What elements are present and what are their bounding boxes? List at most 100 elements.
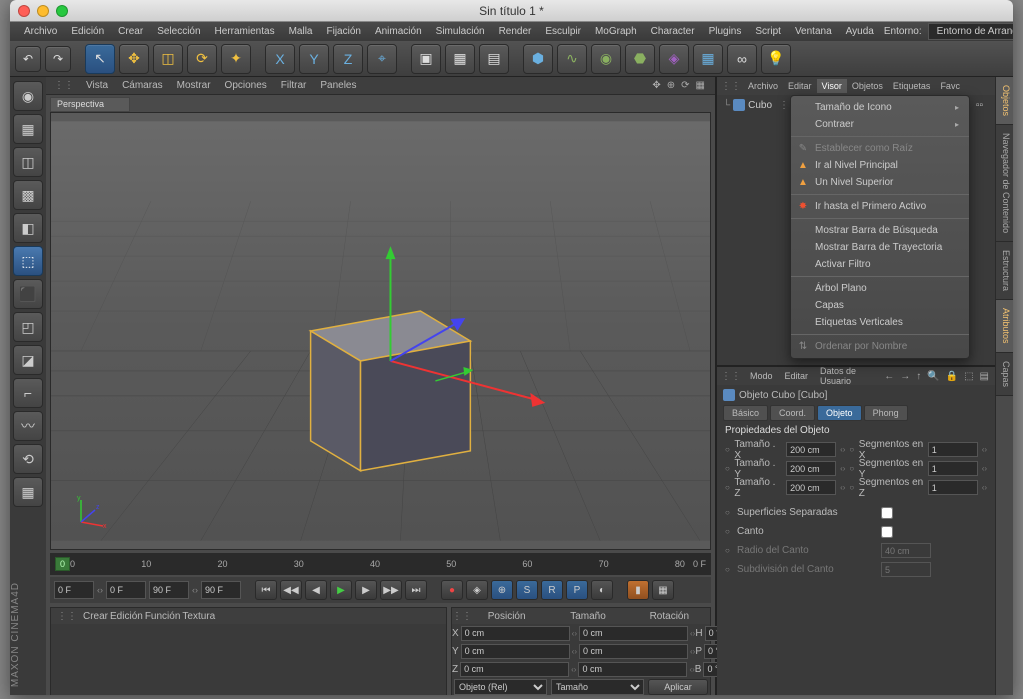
- key-pos-button[interactable]: ⊕: [491, 580, 513, 600]
- attr-icon[interactable]: 🔒: [946, 371, 958, 382]
- spline-button[interactable]: ∿: [557, 44, 587, 74]
- attr-tab-coord.[interactable]: Coord.: [770, 405, 815, 421]
- key-pla-button[interactable]: ◐: [591, 580, 613, 600]
- segZ-input[interactable]: [928, 480, 978, 495]
- attr-tab-phong[interactable]: Phong: [864, 405, 908, 421]
- mode-tool-12[interactable]: ▦: [13, 477, 43, 507]
- right-tab-3[interactable]: Atributos: [996, 300, 1013, 353]
- mat-menu-textura[interactable]: Textura: [182, 611, 215, 622]
- mode-tool-7[interactable]: ◰: [13, 312, 43, 342]
- coord-mode2[interactable]: Tamaño: [551, 679, 644, 695]
- attr-icon[interactable]: ←: [884, 371, 894, 382]
- separate-checkbox[interactable]: [881, 507, 893, 519]
- menu-item[interactable]: Mostrar Barra de Búsqueda: [791, 222, 969, 239]
- menu-archivo[interactable]: Archivo: [18, 24, 63, 39]
- mat-menu-función[interactable]: Función: [145, 611, 181, 622]
- frame-start[interactable]: [54, 581, 94, 599]
- object-name[interactable]: Cubo: [748, 100, 772, 111]
- key-scale-button[interactable]: S: [516, 580, 538, 600]
- menu-herramientas[interactable]: Herramientas: [209, 24, 281, 39]
- menu-item[interactable]: ▲Ir al Nivel Principal: [791, 157, 969, 174]
- rotate-tool[interactable]: ⟳: [187, 44, 217, 74]
- menu-item[interactable]: Mostrar Barra de Trayectoria: [791, 239, 969, 256]
- vp-menu-mostrar[interactable]: Mostrar: [171, 78, 217, 93]
- menu-character[interactable]: Character: [645, 24, 701, 39]
- attr-icon[interactable]: ↑: [916, 371, 921, 382]
- attr-icon[interactable]: ⬚: [964, 371, 973, 382]
- menu-crear[interactable]: Crear: [112, 24, 149, 39]
- mode-tool-6[interactable]: ⬛: [13, 279, 43, 309]
- frame-last[interactable]: [201, 581, 241, 599]
- modeling-button[interactable]: ⬣: [625, 44, 655, 74]
- attr-tab-básico[interactable]: Básico: [723, 405, 768, 421]
- attr-menu-modo[interactable]: Modo: [745, 369, 778, 383]
- env-select[interactable]: Entorno de Arranque: [928, 23, 1013, 40]
- vp-menu-cámaras[interactable]: Cámaras: [116, 78, 169, 93]
- menu-animación[interactable]: Animación: [369, 24, 428, 39]
- sizeY-input[interactable]: [786, 461, 836, 476]
- mode-tool-0[interactable]: ◉: [13, 81, 43, 111]
- mat-menu-crear[interactable]: Crear: [83, 611, 108, 622]
- segY-input[interactable]: [928, 461, 978, 476]
- minimize-icon[interactable]: [37, 5, 49, 17]
- vp-zoom-icon[interactable]: ⊕: [667, 80, 675, 91]
- record-button[interactable]: ●: [441, 580, 463, 600]
- render-button[interactable]: ▣: [411, 44, 441, 74]
- undo-button[interactable]: ↶: [15, 46, 41, 72]
- coord-button[interactable]: ⌖: [367, 44, 397, 74]
- mode-tool-11[interactable]: ⟲: [13, 444, 43, 474]
- menu-item[interactable]: Contraer▸: [791, 116, 969, 133]
- frame-end[interactable]: [149, 581, 189, 599]
- prev-key-button[interactable]: ◀◀: [280, 580, 302, 600]
- menu-ayuda[interactable]: Ayuda: [840, 24, 880, 39]
- obj-menu-etiquetas[interactable]: Etiquetas: [888, 79, 936, 93]
- attr-icon[interactable]: 🔍: [927, 371, 939, 382]
- lasttool-button[interactable]: ✦: [221, 44, 251, 74]
- right-tab-1[interactable]: Navegador de Contenido: [996, 125, 1013, 242]
- render-region-button[interactable]: ▦: [445, 44, 475, 74]
- obj-menu-favc[interactable]: Favc: [935, 79, 965, 93]
- pos-Y[interactable]: [461, 644, 570, 659]
- vp-menu-opciones[interactable]: Opciones: [219, 78, 273, 93]
- vp-menu-filtrar[interactable]: Filtrar: [275, 78, 313, 93]
- mat-menu-edición[interactable]: Edición: [110, 611, 143, 622]
- obj-menu-archivo[interactable]: Archivo: [743, 79, 783, 93]
- menu-item[interactable]: Etiquetas Verticales: [791, 314, 969, 331]
- key-rot-button[interactable]: R: [541, 580, 563, 600]
- attr-tab-objeto[interactable]: Objeto: [817, 405, 862, 421]
- goto-end-button[interactable]: ⏭: [405, 580, 427, 600]
- mode-tool-2[interactable]: ◫: [13, 147, 43, 177]
- nurbs-button[interactable]: ◉: [591, 44, 621, 74]
- size-X[interactable]: [579, 626, 688, 641]
- menu-plugins[interactable]: Plugins: [703, 24, 748, 39]
- mode-tool-4[interactable]: ◧: [13, 213, 43, 243]
- redo-button[interactable]: ↷: [45, 46, 71, 72]
- menu-script[interactable]: Script: [749, 24, 787, 39]
- vp-nav-icon[interactable]: ✥: [652, 80, 660, 91]
- menu-edición[interactable]: Edición: [65, 24, 110, 39]
- move-tool[interactable]: ✥: [119, 44, 149, 74]
- right-tab-2[interactable]: Estructura: [996, 242, 1013, 300]
- mode-tool-9[interactable]: ⌐: [13, 378, 43, 408]
- vp-layout-icon[interactable]: ▦: [696, 80, 705, 91]
- key-param-button[interactable]: P: [566, 580, 588, 600]
- mode-tool-10[interactable]: 〰: [13, 411, 43, 441]
- deformer-button[interactable]: ◈: [659, 44, 689, 74]
- apply-button[interactable]: Aplicar: [648, 679, 708, 695]
- menu-simulación[interactable]: Simulación: [430, 24, 491, 39]
- prev-frame-button[interactable]: ◀: [305, 580, 327, 600]
- menu-item[interactable]: Activar Filtro: [791, 256, 969, 273]
- attr-menu-datos de usuario[interactable]: Datos de Usuario: [815, 364, 878, 388]
- mode-tool-8[interactable]: ◪: [13, 345, 43, 375]
- menu-ventana[interactable]: Ventana: [789, 24, 838, 39]
- menu-selección[interactable]: Selección: [151, 24, 206, 39]
- scale-tool[interactable]: ◫: [153, 44, 183, 74]
- select-tool[interactable]: ↖: [85, 44, 115, 74]
- pos-Z[interactable]: [460, 662, 569, 677]
- vp-rotate-icon[interactable]: ⟳: [681, 80, 689, 91]
- light-button[interactable]: 💡: [761, 44, 791, 74]
- attr-menu-editar[interactable]: Editar: [780, 369, 814, 383]
- right-tab-4[interactable]: Capas: [996, 353, 1013, 396]
- menu-malla[interactable]: Malla: [283, 24, 319, 39]
- menu-render[interactable]: Render: [493, 24, 538, 39]
